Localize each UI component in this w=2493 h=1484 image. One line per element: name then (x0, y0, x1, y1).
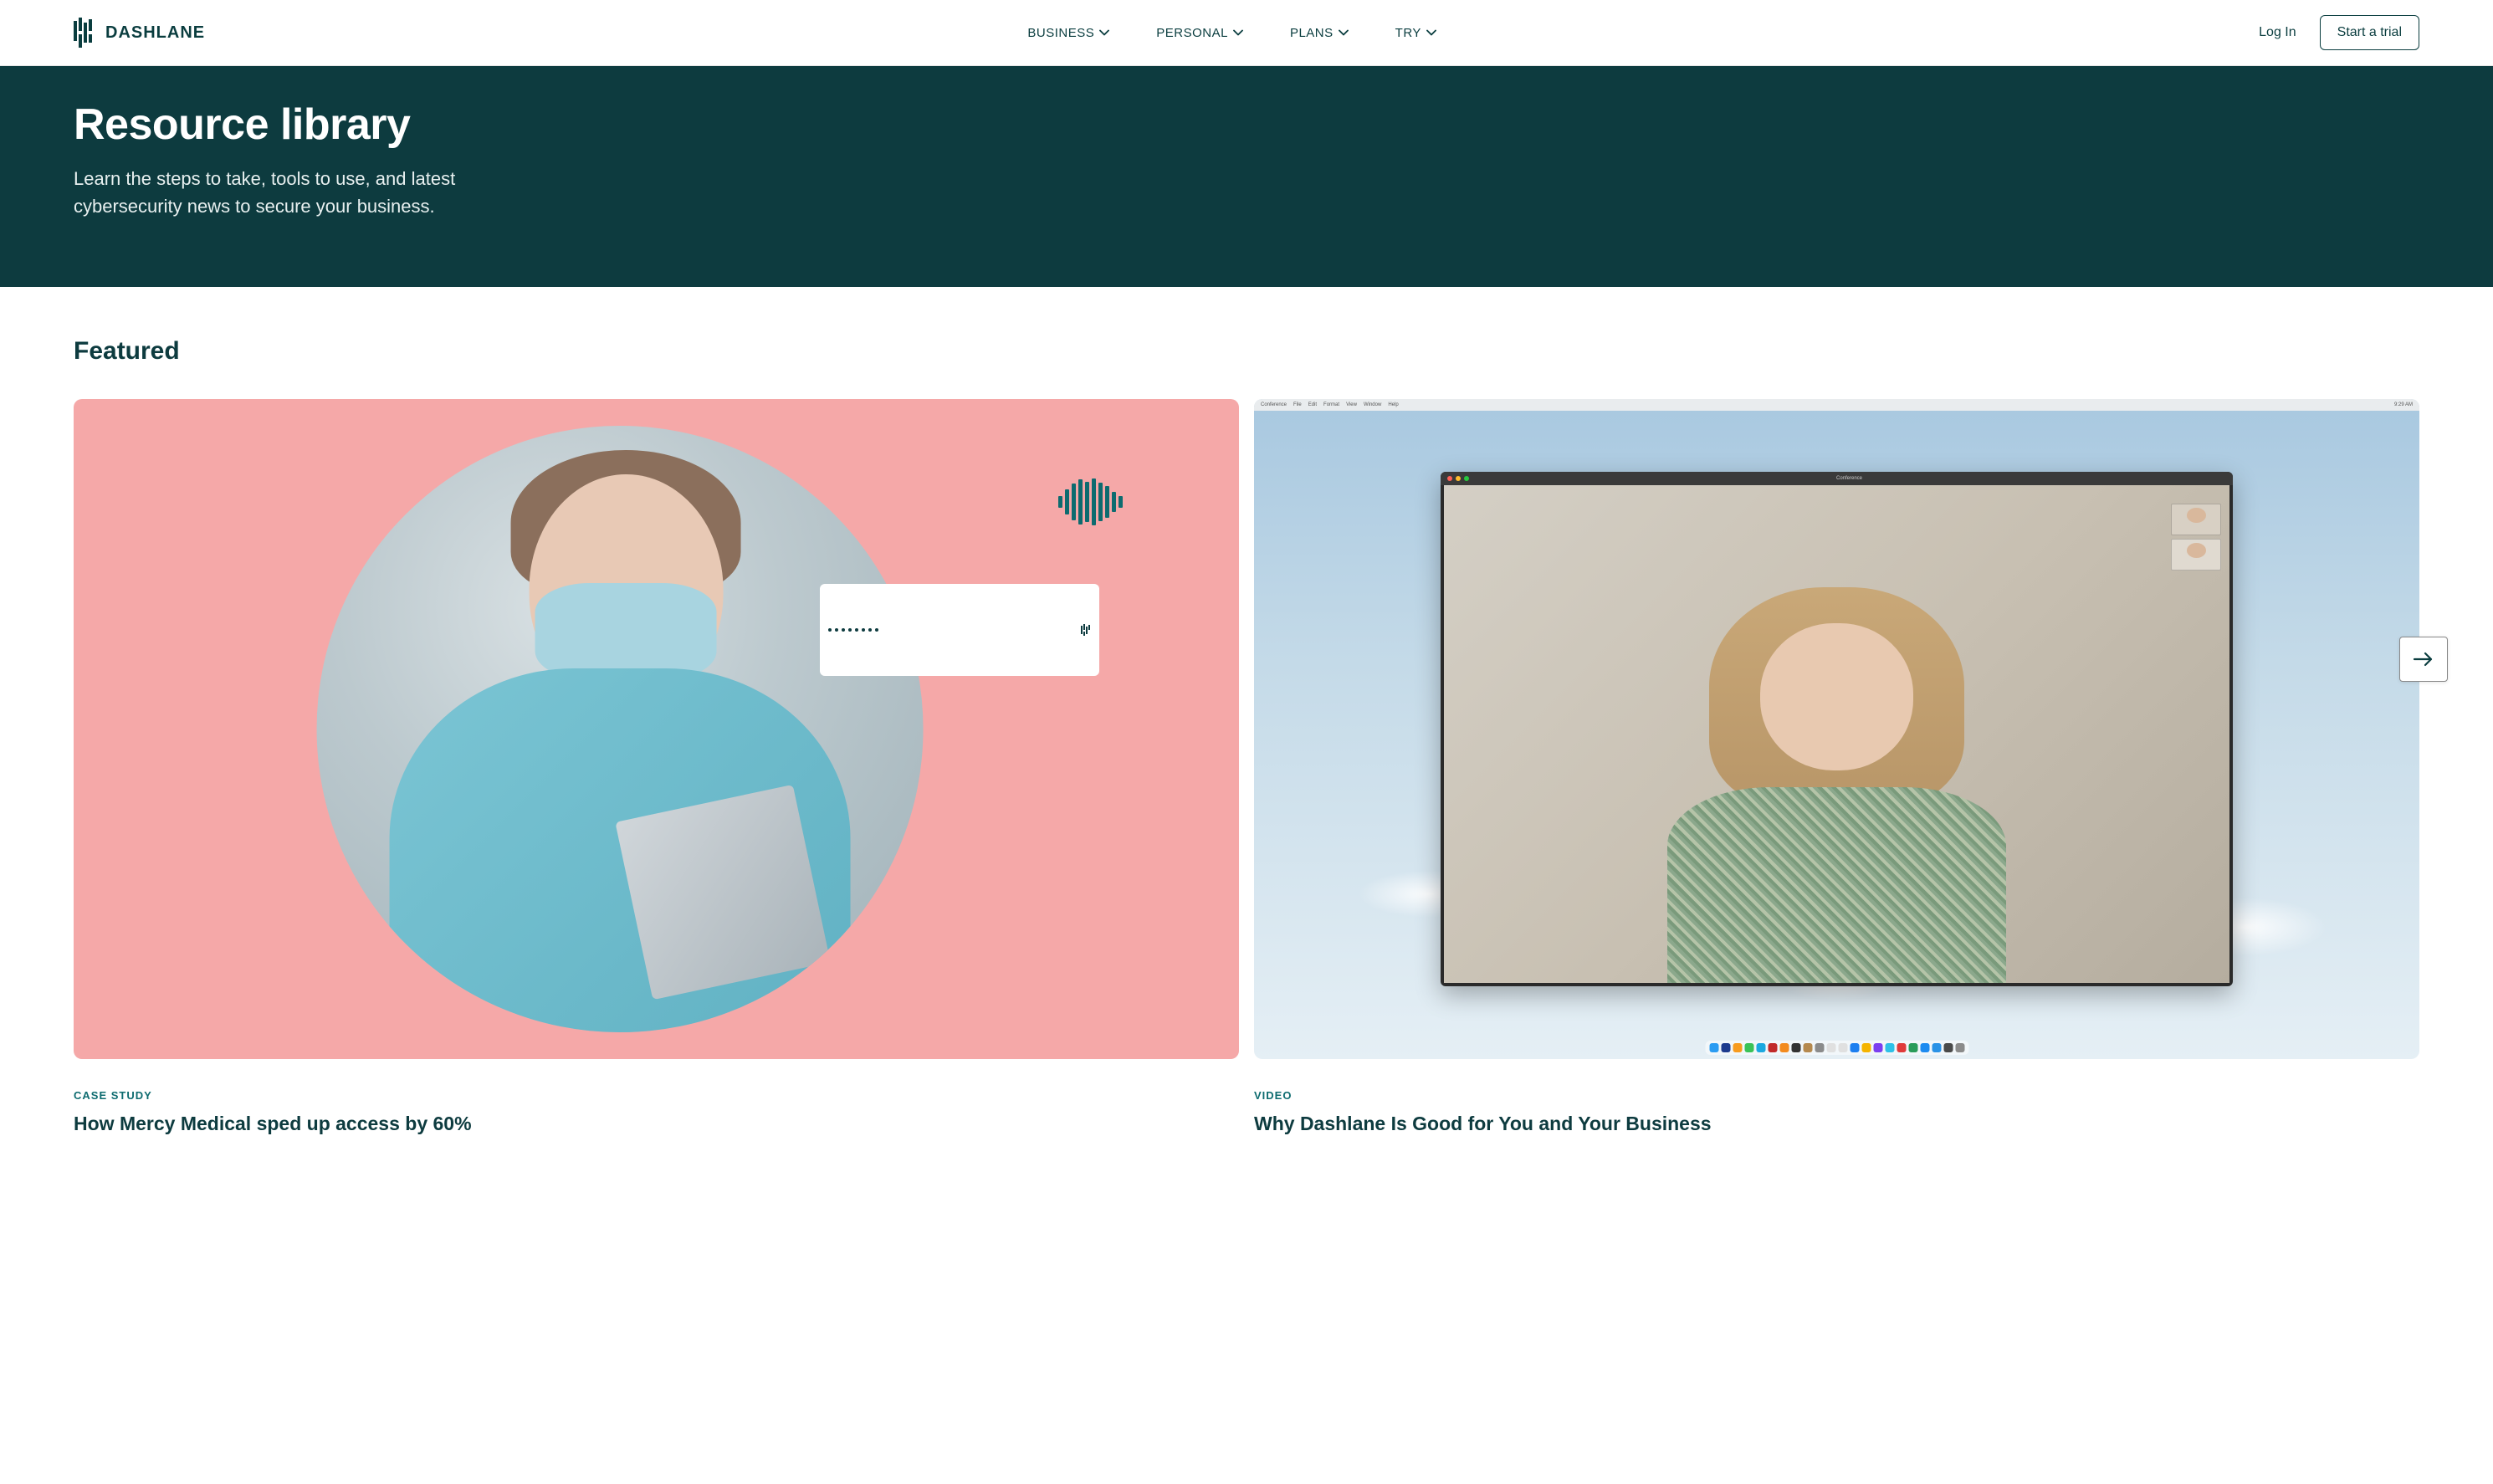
page-subtitle: Learn the steps to take, tools to use, a… (74, 165, 542, 220)
featured-card-case-study[interactable]: CASE STUDY How Mercy Medical sped up acc… (74, 399, 1239, 1137)
nav-center: BUSINESS PERSONAL PLANS TRY (1027, 26, 1436, 40)
featured-section: Featured (0, 287, 2493, 1170)
mac-window-title: Conference (1836, 476, 1862, 481)
dock-app-icon (1815, 1043, 1824, 1052)
mac-menubar: Conference File Edit Format View Window … (1254, 399, 2419, 411)
video-area (1444, 485, 2229, 983)
dock-app-icon (1897, 1043, 1906, 1052)
chevron-down-icon (1426, 29, 1436, 36)
dashlane-mini-icon (1081, 624, 1091, 636)
brand-name: DASHLANE (105, 23, 205, 43)
top-nav: DASHLANE BUSINESS PERSONAL PLANS TRY Log… (0, 0, 2493, 66)
nav-item-label: PLANS (1290, 26, 1334, 40)
dock-app-icon (1826, 1043, 1835, 1052)
traffic-light-minimize-icon (1456, 476, 1461, 481)
carousel-next-button[interactable] (2399, 637, 2448, 682)
card-title: Why Dashlane Is Good for You and Your Bu… (1254, 1112, 2419, 1137)
dashlane-logo-icon (74, 18, 97, 48)
mac-window: Conference (1441, 472, 2233, 986)
traffic-light-close-icon (1447, 476, 1452, 481)
dock-app-icon (1803, 1043, 1812, 1052)
card-image: Conference File Edit Format View Window … (1254, 399, 2419, 1059)
menubar-item: Help (1388, 402, 1398, 407)
nav-item-business[interactable]: BUSINESS (1027, 26, 1109, 40)
mac-titlebar: Conference (1441, 472, 2233, 485)
page-title: Resource library (74, 100, 2419, 150)
video-participant-main (1625, 575, 2049, 983)
mac-dock (1705, 1041, 1968, 1055)
card-title: How Mercy Medical sped up access by 60% (74, 1112, 1239, 1137)
featured-card-video[interactable]: Conference File Edit Format View Window … (1254, 399, 2419, 1137)
menubar-item: Edit (1308, 402, 1317, 407)
menubar-item: File (1293, 402, 1302, 407)
password-card-illustration (820, 584, 1099, 676)
dock-app-icon (1873, 1043, 1882, 1052)
video-participant-pip (2171, 539, 2221, 571)
nav-item-plans[interactable]: PLANS (1290, 26, 1349, 40)
video-participant-pip (2171, 504, 2221, 535)
dock-app-icon (1733, 1043, 1742, 1052)
chevron-down-icon (1099, 29, 1109, 36)
nav-item-label: PERSONAL (1156, 26, 1228, 40)
card-category: CASE STUDY (74, 1089, 1239, 1102)
traffic-light-zoom-icon (1464, 476, 1469, 481)
dock-app-icon (1908, 1043, 1917, 1052)
nav-item-label: TRY (1395, 26, 1421, 40)
nav-item-label: BUSINESS (1027, 26, 1094, 40)
menubar-item: Conference (1261, 402, 1287, 407)
dock-app-icon (1932, 1043, 1941, 1052)
dock-app-icon (1779, 1043, 1789, 1052)
dock-app-icon (1920, 1043, 1929, 1052)
chevron-down-icon (1339, 29, 1349, 36)
dock-app-icon (1768, 1043, 1777, 1052)
start-trial-button[interactable]: Start a trial (2320, 15, 2419, 50)
dock-app-icon (1744, 1043, 1753, 1052)
dock-app-icon (1850, 1043, 1859, 1052)
card-category: VIDEO (1254, 1089, 2419, 1102)
dock-app-icon (1955, 1043, 1964, 1052)
nav-item-try[interactable]: TRY (1395, 26, 1436, 40)
featured-cards: CASE STUDY How Mercy Medical sped up acc… (74, 399, 2419, 1137)
card-image (74, 399, 1239, 1059)
chevron-down-icon (1233, 29, 1243, 36)
section-title: Featured (74, 337, 2419, 366)
dock-app-icon (1791, 1043, 1800, 1052)
menubar-item: Format (1323, 402, 1339, 407)
menubar-item: View (1346, 402, 1357, 407)
login-link[interactable]: Log In (2259, 25, 2296, 40)
dock-app-icon (1861, 1043, 1871, 1052)
dock-app-icon (1885, 1043, 1894, 1052)
nav-right: Log In Start a trial (2259, 15, 2419, 50)
hero-section: Resource library Learn the steps to take… (0, 66, 2493, 287)
dock-app-icon (1709, 1043, 1718, 1052)
arrow-right-icon (2413, 651, 2434, 668)
nurse-illustration (317, 426, 923, 1031)
nav-left: DASHLANE (74, 18, 205, 48)
dock-app-icon (1838, 1043, 1847, 1052)
dock-app-icon (1756, 1043, 1765, 1052)
brand-logo[interactable]: DASHLANE (74, 18, 205, 48)
dock-app-icon (1721, 1043, 1730, 1052)
dock-app-icon (1943, 1043, 1953, 1052)
menubar-time: 9:29 AM (2394, 402, 2413, 407)
menubar-item: Window (1364, 402, 1381, 407)
waveform-icon (1058, 478, 1123, 525)
nav-item-personal[interactable]: PERSONAL (1156, 26, 1243, 40)
